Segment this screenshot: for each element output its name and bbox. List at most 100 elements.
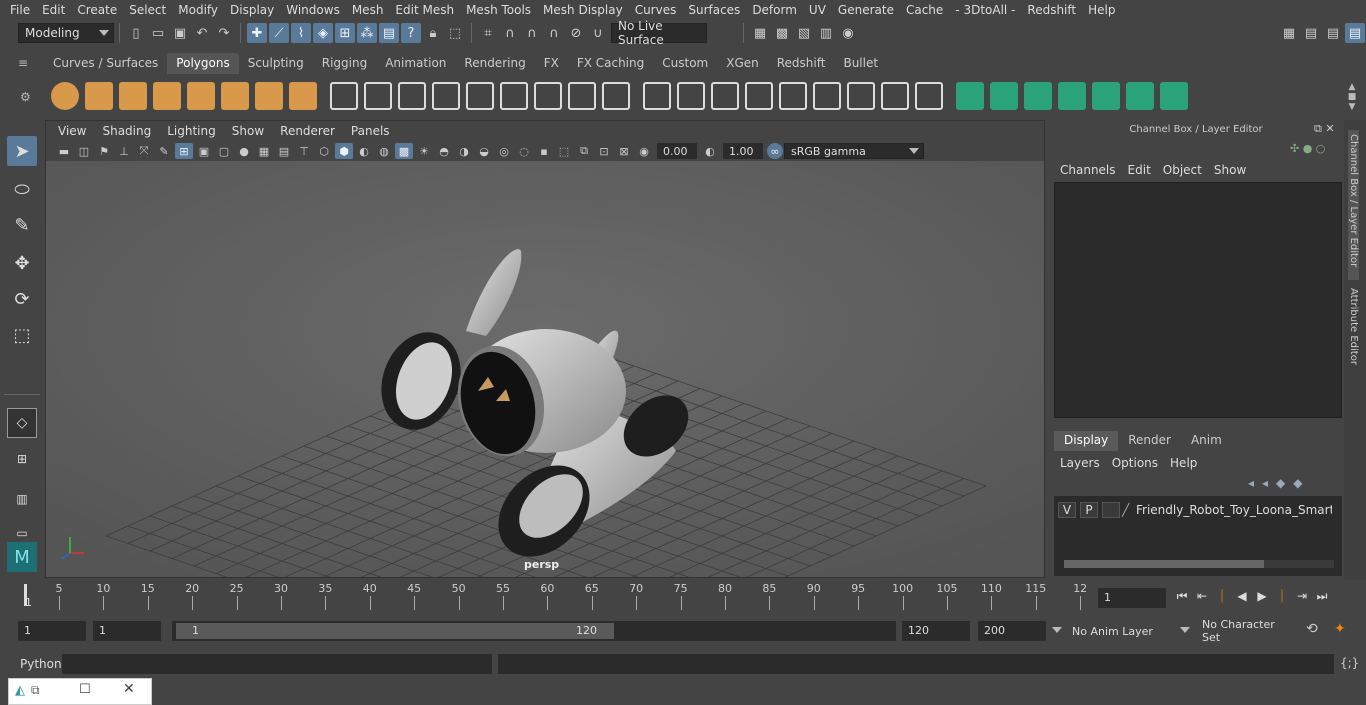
uv-editor-icon[interactable] [1126, 82, 1154, 110]
menu-edit-mesh[interactable]: Edit Mesh [389, 3, 460, 17]
plane-icon[interactable] [187, 82, 215, 110]
select-misc-icon[interactable]: ? [401, 23, 421, 43]
viewport-menu-panels[interactable]: Panels [343, 124, 398, 138]
character-set-dropdown[interactable]: No Character Set [1180, 618, 1302, 644]
menu-mesh[interactable]: Mesh [346, 3, 390, 17]
select-vertex-icon[interactable]: ◈ [313, 23, 333, 43]
snap-grid-icon[interactable]: ⌗ [478, 23, 498, 43]
close-icon[interactable]: ✕ [123, 681, 135, 697]
menu-3dtoall[interactable]: - 3DtoAll - [949, 3, 1021, 17]
menu-redshift[interactable]: Redshift [1021, 3, 1082, 17]
scene-end-field[interactable]: 200 [978, 621, 1046, 641]
channel-box-panel[interactable] [1054, 182, 1342, 418]
bookmark-icon[interactable]: ⚑ [95, 143, 113, 159]
poke-icon[interactable] [915, 82, 943, 110]
colorspace-dropdown[interactable]: sRGB gamma [784, 143, 924, 159]
select-edge-icon[interactable]: ⊞ [335, 23, 355, 43]
move-tool-icon[interactable]: ✥ [7, 248, 37, 278]
shelf-tab-fx[interactable]: FX [535, 53, 568, 74]
auto-key-icon[interactable]: ✦ [1334, 621, 1354, 641]
bridge-icon[interactable] [568, 82, 596, 110]
viewport-menu-view[interactable]: View [50, 124, 94, 138]
booleans-icon[interactable] [466, 82, 494, 110]
menu-modify[interactable]: Modify [172, 3, 224, 17]
go-to-start-icon[interactable]: ⏮ [1172, 586, 1192, 606]
bevel-icon[interactable] [534, 82, 562, 110]
safe-action-icon[interactable]: ▤ [275, 143, 293, 159]
cmd-language-label[interactable]: Python [20, 657, 62, 671]
insert-loop-icon[interactable] [847, 82, 875, 110]
paint-select-tool-icon[interactable]: ✎ [7, 210, 37, 240]
render-settings-icon[interactable]: ▥ [816, 23, 836, 43]
isolate-icon[interactable]: ⬚ [555, 143, 573, 159]
color-management-icon[interactable]: ∞ [767, 143, 783, 159]
hypershade-icon[interactable]: ◉ [838, 23, 858, 43]
snap-live-icon[interactable]: ∪ [588, 23, 608, 43]
channel-box-side-tab[interactable]: Channel Box / Layer Editor [1348, 130, 1359, 280]
attribute-editor-toggle-icon[interactable]: ▤ [1301, 23, 1321, 43]
uv-auto-icon[interactable] [1024, 82, 1052, 110]
cb-menu-object[interactable]: Object [1157, 163, 1208, 177]
multi-cut-icon[interactable] [643, 82, 671, 110]
connect-icon[interactable] [711, 82, 739, 110]
exposure-icon[interactable]: ◉ [635, 143, 653, 159]
shelf-tab-rigging[interactable]: Rigging [313, 53, 376, 74]
uv-cylinder-icon[interactable] [1058, 82, 1086, 110]
channel-box-toggle-icon[interactable]: ▤ [1345, 23, 1365, 43]
range-slider[interactable]: 1 120 [172, 621, 896, 641]
pyramid-icon[interactable] [255, 82, 283, 110]
shelf-tab-custom[interactable]: Custom [653, 53, 717, 74]
soft-select-icon[interactable]: ⬚ [445, 23, 465, 43]
anim-prefs-icon[interactable]: ⟲ [1306, 621, 1326, 641]
tool-settings-toggle-icon[interactable]: ▤ [1323, 23, 1343, 43]
snap-surface-icon[interactable]: ⊘ [566, 23, 586, 43]
select-uv-icon[interactable]: ▤ [379, 23, 399, 43]
select-by-component-icon[interactable]: ⌇ [291, 23, 311, 43]
use-lights-icon[interactable]: ☀ [415, 143, 433, 159]
command-input[interactable] [62, 654, 492, 674]
menu-select[interactable]: Select [123, 3, 172, 17]
two-d-pan-icon[interactable]: ⤧ [135, 143, 153, 159]
shelf-tab-animation[interactable]: Animation [376, 53, 455, 74]
extract-icon[interactable] [398, 82, 426, 110]
menu-help[interactable]: Help [1082, 3, 1121, 17]
viewport-menu-lighting[interactable]: Lighting [159, 124, 224, 138]
menu-mesh-tools[interactable]: Mesh Tools [460, 3, 537, 17]
shelf-tab-fx-caching[interactable]: FX Caching [568, 53, 653, 74]
step-back-key-icon[interactable]: ⇤ [1192, 586, 1212, 606]
lasso-tool-icon[interactable]: ⬭ [7, 174, 37, 204]
motion-blur-icon[interactable]: ◎ [495, 143, 513, 159]
playback-start-field[interactable]: 1 [93, 621, 161, 641]
shelf-tab-xgen[interactable]: XGen [717, 53, 768, 74]
torus-icon[interactable] [221, 82, 249, 110]
safe-title-icon[interactable]: ⊤ [295, 143, 313, 159]
layer-menu-layers[interactable]: Layers [1054, 456, 1106, 470]
scale-tool-icon[interactable]: ⬚ [7, 320, 37, 350]
single-pane-layout-icon[interactable]: ◇ [7, 408, 37, 438]
image-plane-icon[interactable]: ⊥ [115, 143, 133, 159]
select-tool-icon[interactable]: ➤ [7, 136, 37, 166]
cb-menu-edit[interactable]: Edit [1122, 163, 1157, 177]
go-to-end-icon[interactable]: ⏭ [1312, 586, 1332, 606]
workspace-dropdown[interactable]: Modeling [18, 23, 114, 43]
time-slider[interactable]: 1 5 10 15 20 25 30 35 40 45 50 55 60 65 70 75 80 85 90 95 1… [18, 580, 1092, 612]
menu-edit[interactable]: Edit [36, 3, 71, 17]
select-by-hierarchy-icon[interactable]: ✚ [247, 23, 267, 43]
layer-tab-render[interactable]: Render [1118, 431, 1181, 451]
menu-deform[interactable]: Deform [746, 3, 803, 17]
layer-menu-options[interactable]: Options [1106, 456, 1164, 470]
new-scene-icon[interactable]: ▯ [126, 23, 146, 43]
film-gate-icon[interactable]: ▣ [195, 143, 213, 159]
layer-playback-toggle[interactable]: P [1080, 502, 1098, 518]
camera-attributes-icon[interactable]: ◫ [75, 143, 93, 159]
textured-icon[interactable]: ▩ [395, 143, 413, 159]
menu-windows[interactable]: Windows [280, 3, 346, 17]
layer-hscrollbar[interactable] [1064, 560, 1334, 568]
combine-icon[interactable] [330, 82, 358, 110]
viewport-menu-show[interactable]: Show [224, 124, 272, 138]
default-lighting-icon[interactable]: ◐ [355, 143, 373, 159]
undo-icon[interactable]: ↶ [192, 23, 212, 43]
wedge-icon[interactable] [956, 82, 984, 110]
depth-of-field-icon[interactable]: ▪ [535, 143, 553, 159]
anim-layer-dropdown[interactable]: No Anim Layer [1052, 621, 1164, 641]
